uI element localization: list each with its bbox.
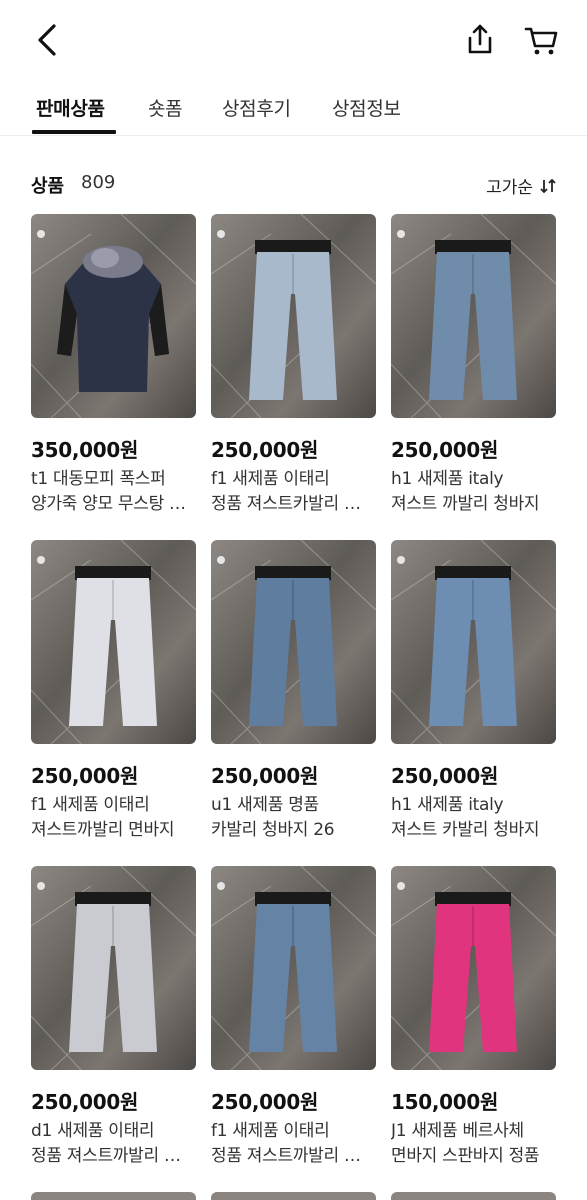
active-tab-indicator: [32, 130, 116, 134]
cart-button[interactable]: [522, 20, 562, 60]
product-title-line1: J1 새제품 베르사체: [391, 1121, 524, 1141]
product-card[interactable]: 250,000원 f1 새제품 이태리정품 져스트카발리 청바지: [211, 214, 376, 517]
product-title-line1: f1 새제품 이태리: [211, 469, 330, 489]
product-card-partial[interactable]: [31, 1192, 196, 1200]
product-card[interactable]: 250,000원 u1 새제품 명품카발리 청바지 26: [211, 540, 376, 843]
product-price: 250,000원: [211, 1090, 319, 1114]
product-title-line2: 정품 져스트카발리 청바지: [211, 494, 376, 514]
product-price: 250,000원: [211, 438, 319, 462]
product-card[interactable]: 350,000원 t1 대동모피 폭스퍼양가죽 양모 무스탕 코트: [31, 214, 196, 517]
product-image[interactable]: [31, 214, 196, 418]
product-image[interactable]: [391, 540, 556, 744]
product-card[interactable]: 250,000원 h1 새제품 italy 져스트 카발리 청바지: [391, 540, 556, 843]
product-title-line2: 져스트까발리 면바지: [31, 820, 175, 840]
product-title-line2: 져스트 까발리 청바지: [391, 494, 540, 514]
product-price: 250,000원: [31, 764, 139, 788]
product-image[interactable]: [391, 214, 556, 418]
product-title-line1: f1 새제품 이태리: [211, 1121, 330, 1141]
product-title-line2: 정품 져스트까발리 면바지: [31, 1146, 196, 1166]
sort-button[interactable]: 고가순: [486, 173, 557, 198]
product-card[interactable]: 250,000원 h1 새제품 italy 져스트 까발리 청바지: [391, 214, 556, 517]
product-title-line2: 면바지 스판바지 정품: [391, 1146, 540, 1166]
product-price: 250,000원: [391, 764, 499, 788]
store-tabs: 판매상품 숏폼 상점후기 상점정보: [0, 80, 587, 136]
product-title-line1: h1 새제품 italy: [391, 795, 504, 815]
product-card[interactable]: 150,000원 J1 새제품 베르사체면바지 스판바지 정품: [391, 866, 556, 1169]
tab-shortform[interactable]: 숏폼: [148, 94, 183, 121]
product-title-line2: 카발리 청바지 26: [211, 820, 335, 840]
product-card-partial[interactable]: [391, 1192, 556, 1200]
cart-icon: [524, 27, 558, 55]
top-bar: [0, 0, 587, 80]
product-image[interactable]: [31, 540, 196, 744]
product-image[interactable]: [391, 866, 556, 1070]
product-price: 250,000원: [31, 1090, 139, 1114]
product-image[interactable]: [211, 866, 376, 1070]
product-card[interactable]: 250,000원 d1 새제품 이태리정품 져스트까발리 면바지: [31, 866, 196, 1169]
product-title-line1: d1 새제품 이태리: [31, 1121, 155, 1141]
product-price: 250,000원: [211, 764, 319, 788]
listing-header: 상품 809 고가순: [0, 166, 587, 202]
product-title-line2: 져스트 카발리 청바지: [391, 820, 540, 840]
share-button[interactable]: [462, 20, 498, 60]
product-card[interactable]: 250,000원 f1 새제품 이태리져스트까발리 면바지: [31, 540, 196, 843]
product-price: 250,000원: [391, 438, 499, 462]
product-title-line2: 양가죽 양모 무스탕 코트: [31, 494, 196, 514]
tab-products[interactable]: 판매상품: [36, 94, 105, 121]
product-card[interactable]: 250,000원 f1 새제품 이태리정품 져스트까발리 청바지: [211, 866, 376, 1169]
product-title-line1: h1 새제품 italy: [391, 469, 504, 489]
chevron-left-icon: [38, 24, 56, 56]
share-icon: [468, 24, 492, 54]
product-image[interactable]: [31, 866, 196, 1070]
product-price: 150,000원: [391, 1090, 499, 1114]
product-image[interactable]: [211, 214, 376, 418]
product-price: 350,000원: [31, 438, 139, 462]
product-title-line2: 정품 져스트까발리 청바지: [211, 1146, 376, 1166]
product-count: 809: [81, 172, 116, 193]
tab-store-reviews[interactable]: 상점후기: [222, 94, 291, 121]
product-image[interactable]: [211, 540, 376, 744]
product-title-line1: f1 새제품 이태리: [31, 795, 150, 815]
tab-store-info[interactable]: 상점정보: [332, 94, 401, 121]
sort-arrows-icon: [540, 178, 556, 193]
product-title-line1: t1 대동모피 폭스퍼: [31, 469, 166, 489]
product-title-line1: u1 새제품 명품: [211, 795, 319, 815]
product-card-partial[interactable]: [211, 1192, 376, 1200]
product-count-label: 상품: [31, 176, 65, 197]
back-button[interactable]: [30, 20, 66, 60]
sort-label: 고가순: [486, 178, 533, 198]
